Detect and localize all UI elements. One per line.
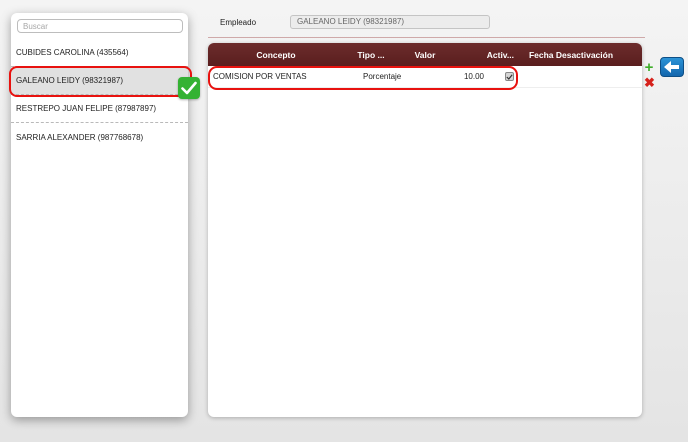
employee-list-item-label: CUBIDES CAROLINA (435564) (16, 48, 129, 57)
column-header-valor[interactable]: Valor (398, 50, 452, 60)
grid-row[interactable]: COMISION POR VENTAS Porcentaje 10.00 (208, 66, 642, 88)
active-checkbox[interactable] (504, 72, 514, 81)
checkmark-icon (178, 77, 200, 99)
search-input[interactable] (17, 19, 183, 33)
cell-tipo: Porcentaje (363, 72, 402, 81)
cell-concepto: COMISION POR VENTAS (213, 72, 307, 81)
column-header-activo[interactable]: Activ... (452, 50, 516, 60)
employee-list-item-label: SARRIA ALEXANDER (987768678) (16, 132, 144, 142)
search-wrap (11, 13, 188, 39)
column-header-tipo[interactable]: Tipo ... (344, 50, 398, 60)
employee-list-panel: CUBIDES CAROLINA (435564) GALEANO LEIDY … (11, 13, 188, 417)
employee-list-item-label: RESTREPO JUAN FELIPE (87987897) (16, 104, 157, 113)
employee-field: GALEANO LEIDY (98321987) (290, 15, 490, 29)
employee-list-item-cubides[interactable]: CUBIDES CAROLINA (435564) (11, 39, 188, 67)
employee-list-item-galeano[interactable]: GALEANO LEIDY (98321987) (11, 67, 188, 95)
employee-list-item-restrepo[interactable]: RESTREPO JUAN FELIPE (87987897) (11, 95, 188, 123)
x-icon[interactable]: ✖ (644, 76, 655, 89)
plus-icon[interactable]: + (644, 60, 654, 75)
header-divider (208, 37, 645, 38)
column-header-concepto[interactable]: Concepto (208, 50, 344, 60)
employee-list-item-sarria[interactable]: SARRIA ALEXANDER (987768678) (11, 123, 188, 151)
grid-header: Concepto Tipo ... Valor Activ... Fecha D… (208, 43, 642, 66)
concepts-grid: Concepto Tipo ... Valor Activ... Fecha D… (208, 43, 642, 417)
employee-list-item-label: GALEANO LEIDY (98321987) (16, 76, 124, 85)
checkbox-check-icon (505, 73, 513, 80)
arrow-left-icon[interactable] (660, 57, 684, 77)
cell-activo (484, 72, 534, 81)
employee-label: Empleado (220, 18, 257, 27)
cell-valor: 10.00 (463, 72, 484, 81)
column-header-fecha-desactivacion[interactable]: Fecha Desactivación (516, 50, 626, 60)
